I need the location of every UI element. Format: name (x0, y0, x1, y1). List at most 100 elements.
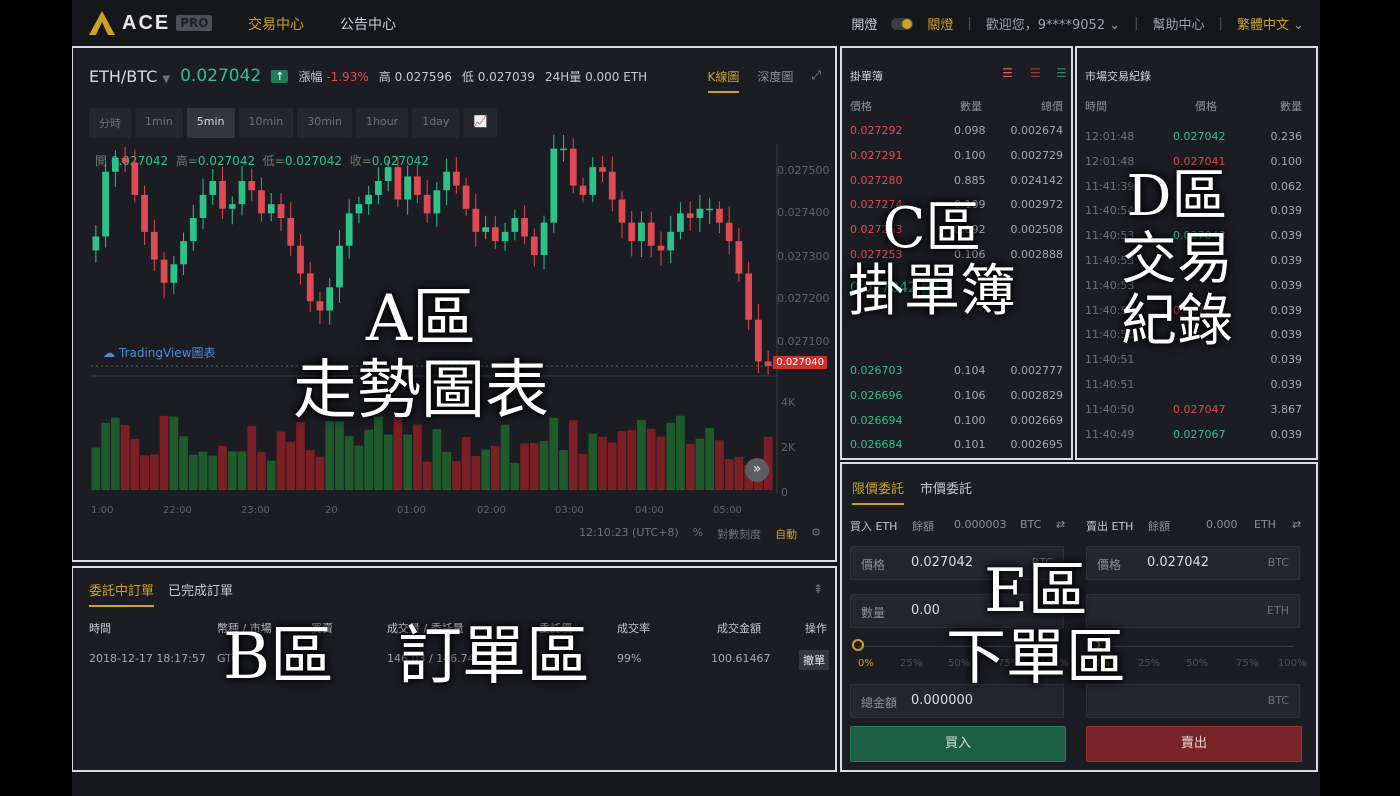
volume-bar (344, 436, 354, 490)
volume-bar (656, 436, 666, 490)
y-tick: 0.027400 (777, 206, 830, 219)
logo-text: ACE (122, 11, 171, 34)
x-tick: 02:00 (477, 505, 506, 516)
orderbook-title: 掛單簿 (850, 70, 883, 83)
tab-market-order[interactable]: 市價委託 (920, 478, 972, 505)
pct-mark[interactable]: 25% (1138, 658, 1160, 669)
zone-e-title: E區 (984, 556, 1088, 626)
ask-total: 0.002674 (1010, 124, 1064, 137)
volume-bar (237, 451, 247, 490)
candle-body (482, 227, 489, 232)
cancel-order-button[interactable]: 撤單 (799, 650, 829, 670)
light-off-label[interactable]: 關燈 (927, 14, 953, 33)
book-both-icon[interactable]: ☰ (1002, 66, 1013, 80)
trade-row[interactable]: 11:40:50 0.027047 3.867 (1077, 403, 1316, 427)
trade-row[interactable]: 12:01:48 0.027042 0.236 (1077, 130, 1316, 154)
volume-bar (627, 430, 637, 490)
sell-button[interactable]: 賣出 (1086, 726, 1302, 762)
user-menu[interactable]: 歡迎您，9****9052 ⌄ (986, 14, 1120, 33)
volume-tick: 0 (781, 486, 788, 499)
ask-row[interactable]: 0.027292 0.098 0.002674 (842, 124, 1071, 148)
pct-mark[interactable]: 50% (1186, 658, 1208, 669)
book-bids-icon[interactable]: ☰ (1056, 66, 1067, 80)
ask-row[interactable]: 0.027280 0.885 0.024142 (842, 174, 1071, 198)
volume-bar (335, 421, 344, 490)
buy-total-input[interactable]: 0.000000 (911, 693, 973, 708)
order-time: 2018-12-17 18:17:57 (89, 652, 206, 665)
nav-trading-center[interactable]: 交易中心 (248, 14, 304, 34)
bid-row[interactable]: 0.026696 0.106 0.002829 (842, 389, 1071, 413)
orderbook-header: 價格 數量 總價 (842, 98, 1071, 122)
trade-row[interactable]: 11:40:51 0.039 (1077, 378, 1316, 402)
auto-scale-toggle[interactable]: 自動 (775, 526, 797, 542)
volume-bar (120, 425, 130, 490)
candle-body (550, 148, 558, 223)
ask-qty: 0.100 (954, 148, 986, 162)
candle-body (336, 245, 343, 288)
scroll-to-latest-button[interactable]: » (745, 458, 769, 482)
candle-body (423, 194, 431, 214)
pct-mark[interactable]: 75% (1236, 658, 1258, 669)
buy-qty-input[interactable]: 0.00 (911, 603, 940, 618)
pct-mark[interactable]: 100% (1278, 658, 1307, 669)
candle-body (102, 171, 109, 237)
candle-body (540, 222, 548, 255)
settings-gear-icon[interactable]: ⚙ (811, 526, 821, 542)
trade-qty: 0.039 (1270, 303, 1303, 317)
volume-bar (276, 431, 286, 490)
ask-price: 0.027291 (850, 148, 903, 162)
nav-announcements[interactable]: 公告中心 (340, 14, 396, 34)
tab-finished-orders[interactable]: 已完成訂單 (168, 580, 233, 607)
bid-total: 0.002669 (1010, 413, 1064, 427)
volume-bar (471, 455, 481, 490)
zone-e-label: E區 下單區 (946, 556, 1126, 692)
volume-bar (549, 417, 559, 490)
language-select[interactable]: 繁體中文 ⌄ (1237, 14, 1304, 33)
col-time: 時間 (1085, 100, 1107, 113)
candle-body (297, 245, 304, 274)
buy-button[interactable]: 買入 (850, 726, 1066, 762)
candle-body (219, 181, 226, 209)
trade-row[interactable]: 11:40:51 0.039 (1077, 353, 1316, 377)
x-tick: 04:00 (635, 505, 664, 516)
trade-qty: 0.039 (1270, 427, 1303, 441)
candle-body (677, 213, 684, 232)
ask-row[interactable]: 0.027291 0.100 0.002729 (842, 149, 1071, 173)
bid-row[interactable]: 0.026684 0.101 0.002695 (842, 438, 1071, 458)
slider-handle[interactable] (852, 639, 864, 651)
logo[interactable]: ACE PRO (88, 10, 213, 36)
log-scale-toggle[interactable]: 對數刻度 (717, 526, 761, 542)
book-asks-icon[interactable]: ☰ (1030, 66, 1041, 80)
order-amount: 100.61467 (711, 652, 771, 665)
candle-body (189, 218, 197, 242)
deposit-icon[interactable]: ⇄ (1292, 518, 1301, 531)
collapse-icon[interactable]: ⇞ (813, 582, 823, 596)
sell-price-input[interactable]: 0.027042 (1147, 555, 1209, 570)
help-link[interactable]: 幫助中心 (1153, 14, 1205, 33)
candle-body (365, 194, 373, 205)
volume-bar (159, 415, 169, 490)
pct-mark[interactable]: 0% (858, 658, 874, 669)
theme-toggle[interactable] (891, 17, 914, 30)
candle-body (657, 245, 665, 251)
trade-row[interactable]: 11:40:49 0.027067 0.039 (1077, 428, 1316, 452)
percent-toggle[interactable]: % (693, 526, 703, 542)
logo-icon (89, 11, 115, 35)
order-rate: 99% (617, 652, 642, 665)
tab-limit-order[interactable]: 限價委託 (852, 478, 905, 505)
candle-body (716, 208, 723, 223)
deposit-icon[interactable]: ⇄ (1056, 518, 1065, 531)
tab-open-orders[interactable]: 委託中訂單 (89, 580, 155, 607)
volume-bar (637, 419, 646, 490)
candle-body (277, 204, 285, 218)
pct-mark[interactable]: 25% (900, 658, 922, 669)
volume-bar (432, 429, 442, 490)
balance-label: 餘額 (912, 520, 934, 533)
candle-body (618, 199, 626, 223)
bid-row[interactable]: 0.026703 0.104 0.002777 (842, 364, 1071, 388)
candle-body (433, 190, 441, 214)
bid-row[interactable]: 0.026694 0.100 0.002669 (842, 414, 1071, 438)
volume-bar (539, 441, 549, 490)
light-on-label[interactable]: 開燈 (851, 14, 877, 33)
candle-body (521, 218, 528, 237)
